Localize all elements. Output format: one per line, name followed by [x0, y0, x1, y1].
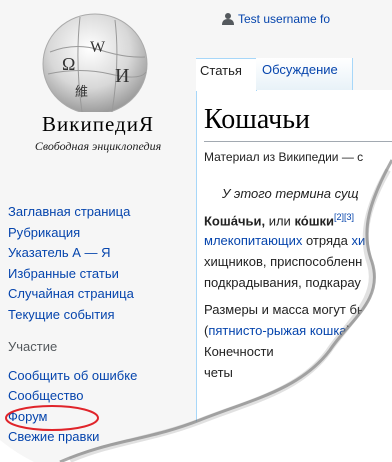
sidebar-item-current-events[interactable]: Текущие события	[8, 305, 137, 326]
logo-glyph-han: 維	[75, 84, 88, 99]
title-divider	[204, 141, 392, 142]
sidebar-item-index[interactable]: Указатель А — Я	[8, 243, 137, 264]
paragraph-2-line-1: Размеры и масса могут бы	[204, 302, 367, 317]
participation-heading: Участие	[8, 339, 58, 354]
sidebar-item-featured[interactable]: Избранные статьи	[8, 264, 137, 285]
paragraph-1-line-1: Коша́чьи, или ко́шки[2][3]	[204, 212, 354, 228]
logo-glyph-w: W	[90, 39, 106, 56]
paragraph-2-line-3: Конечности	[204, 344, 274, 359]
tagline: Свободная энциклопедия	[34, 139, 162, 153]
tab-talk[interactable]: Обсуждение	[256, 58, 353, 90]
link-rusty-spotted-cat[interactable]: пятнисто-рыжая кошка	[208, 323, 346, 338]
paragraph-1-line-4: подкрадывания, подкарау	[204, 275, 361, 290]
user-page-link[interactable]: Test username fo	[238, 12, 330, 26]
p2-line2-text: ) д	[346, 323, 363, 338]
sidebar-item-categories[interactable]: Рубрикация	[8, 223, 137, 244]
logo-glyph-omega: Ω	[62, 54, 75, 74]
link-mammals[interactable]: млекопитающих	[204, 233, 302, 248]
wikipedia-globe-logo[interactable]: Ω W И 維	[20, 12, 170, 112]
lead-bold-1: Коша́чьи,	[204, 213, 266, 229]
lead-bold-2: ко́шки	[294, 213, 335, 229]
sidebar-item-report-error[interactable]: Сообщить об ошибке	[8, 366, 137, 387]
paragraph-2-line-4: четы	[204, 365, 233, 380]
lead-text-1: или	[265, 213, 295, 229]
user-icon	[222, 13, 234, 25]
paragraph-2-line-2: (пятнисто-рыжая кошка) д	[204, 323, 362, 338]
hatnote: У этого термина сущ	[222, 186, 359, 201]
wordmark: ВикипедиЯ	[42, 112, 154, 136]
page-title: Кошачьи	[204, 104, 310, 135]
sidebar-separator	[8, 325, 137, 327]
p1-line2-text: отряда	[302, 233, 352, 248]
reference-links[interactable]: [2][3]	[334, 212, 354, 222]
paragraph-1-line-3: хищников, приспособленн	[204, 254, 363, 269]
forum-highlight-ellipse	[5, 405, 99, 431]
wikipedia-screenshot: Ω W И 維 ВикипедиЯ Свободная энциклопедия…	[0, 0, 392, 462]
sidebar-item-random[interactable]: Случайная страница	[8, 284, 137, 305]
paragraph-1-line-2: млекопитающих отряда хи	[204, 233, 365, 248]
tab-article[interactable]: Статья	[196, 58, 257, 91]
link-order[interactable]: хи	[351, 233, 365, 248]
logo-glyph-i: И	[115, 65, 129, 87]
sidebar-item-main-page[interactable]: Заглавная страница	[8, 202, 137, 223]
from-wikipedia-line: Материал из Википедии — с	[204, 150, 364, 164]
